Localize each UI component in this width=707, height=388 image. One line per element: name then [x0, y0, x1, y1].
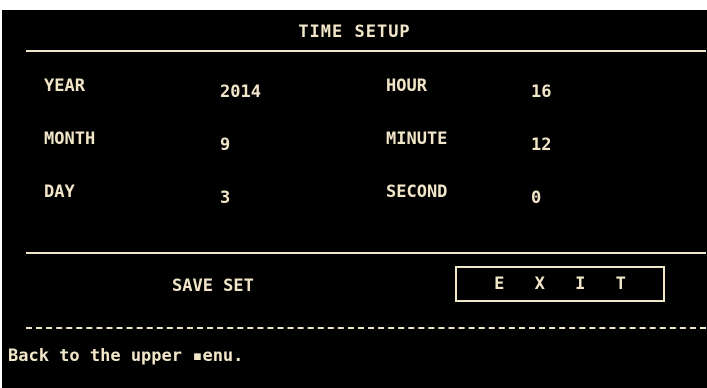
buttons-divider — [26, 252, 706, 254]
time-setup-screen: TIME SETUP YEAR 2014 MONTH 9 DAY 3 HOUR … — [2, 10, 707, 388]
exit-button[interactable]: E X I T — [455, 266, 665, 302]
day-value[interactable]: 3 — [220, 188, 230, 208]
day-label: DAY — [44, 182, 75, 202]
page-title: TIME SETUP — [298, 22, 411, 42]
help-divider — [26, 327, 706, 329]
second-value[interactable]: 0 — [531, 188, 541, 208]
year-value[interactable]: 2014 — [220, 82, 261, 102]
month-label: MONTH — [44, 129, 96, 149]
year-label: YEAR — [44, 76, 85, 96]
minute-value[interactable]: 12 — [531, 135, 551, 155]
hour-value[interactable]: 16 — [531, 82, 551, 102]
title-divider — [26, 50, 706, 52]
help-text: Back to the upper ▪enu. — [8, 346, 244, 366]
minute-label: MINUTE — [386, 129, 448, 149]
save-set-button[interactable]: SAVE SET — [172, 276, 254, 296]
second-label: SECOND — [386, 182, 448, 202]
hour-label: HOUR — [386, 76, 427, 96]
month-value[interactable]: 9 — [220, 135, 230, 155]
